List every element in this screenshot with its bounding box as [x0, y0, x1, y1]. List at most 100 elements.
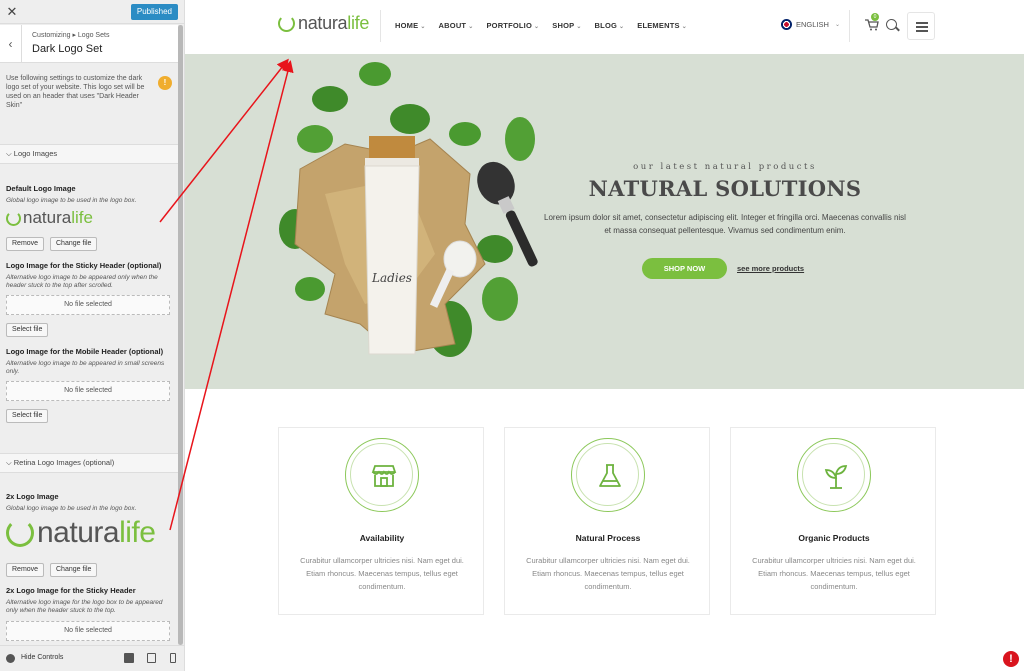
nav-item-shop[interactable]: SHOP ⌄: [552, 21, 581, 30]
retina-logo-preview: naturalife: [6, 516, 156, 550]
feature-title: Availability: [359, 533, 405, 543]
chevron-down-icon: ⌄: [420, 24, 426, 30]
back-chevron-icon[interactable]: ‹: [0, 25, 22, 63]
leaf-logo-icon: [6, 519, 34, 547]
remove-default-logo-button[interactable]: Remove: [6, 237, 45, 251]
logo-text-part1: natura: [298, 13, 348, 33]
feature-title: Organic Products: [798, 533, 870, 543]
hero-product-image: Ladies: [279, 62, 538, 357]
see-more-products-link[interactable]: see more products: [737, 264, 804, 273]
hero-kicker: our latest natural products: [633, 162, 817, 172]
cart-count-badge: 0: [871, 13, 879, 21]
retina-logo-help: Global logo image to be used in the logo…: [6, 505, 137, 512]
remove-retina-logo-button[interactable]: Remove: [6, 563, 45, 577]
hide-controls-icon[interactable]: [6, 654, 15, 663]
cart-icon[interactable]: [865, 19, 879, 31]
chevron-down-icon: ⌄: [834, 22, 840, 28]
nav-item-about[interactable]: ABOUT ⌄: [439, 21, 474, 30]
retina-sticky-label: 2x Logo Image for the Sticky Header: [6, 586, 136, 595]
mobile-logo-label: Logo Image for the Mobile Header (option…: [6, 347, 164, 356]
section-logo-images[interactable]: ⌵ Logo Images: [0, 144, 178, 164]
customizer-footer: Hide Controls: [0, 645, 184, 671]
panel-description: Use following settings to customize the …: [6, 75, 145, 109]
retina-sticky-dropzone[interactable]: No file selected: [6, 621, 170, 641]
sticky-logo-help: Alternative logo image to be appeared on…: [6, 274, 158, 289]
nav-label: ELEMENTS: [637, 21, 680, 30]
mobile-logo-dropzone[interactable]: No file selected: [6, 381, 170, 401]
logo-text-part2: life: [71, 208, 93, 227]
logo-text-part1: natura: [23, 208, 72, 227]
site-logo[interactable]: naturalife: [278, 13, 369, 34]
chevron-down-icon: ⌄: [681, 24, 687, 30]
nav-label: HOME: [395, 21, 419, 30]
default-logo-preview: naturalife: [6, 208, 93, 228]
nav-item-home[interactable]: HOME ⌄: [395, 21, 426, 30]
main-nav: HOME ⌄ ABOUT ⌄ PORTFOLIO ⌄ SHOP ⌄ BLOG ⌄ ELEM…: [395, 21, 687, 30]
scrollbar-thumb[interactable]: [178, 25, 183, 645]
hamburger-menu-icon[interactable]: [907, 12, 935, 40]
tablet-preview-icon[interactable]: [147, 653, 156, 663]
chevron-down-icon: ⌄: [534, 24, 540, 30]
feature-title: Natural Process: [575, 533, 641, 543]
nav-item-blog[interactable]: BLOG ⌄: [595, 21, 625, 30]
customizer-panel: ✕ Published ‹ Customizing ▸ Logo Sets Da…: [0, 0, 185, 671]
site-preview: naturalife HOME ⌄ ABOUT ⌄ PORTFOLIO ⌄ SHOP ⌄…: [185, 0, 1024, 671]
sticky-logo-dropzone[interactable]: No file selected: [6, 295, 170, 315]
leaf-logo-icon: [6, 210, 21, 226]
feature-text: Curabitur ullamcorper ultricies nisi. Na…: [526, 556, 690, 591]
section-retina-logo-images[interactable]: ⌵ Retina Logo Images (optional): [0, 453, 178, 473]
feature-card-organic-products: Organic Products Curabitur ullamcorper u…: [730, 427, 936, 615]
flask-icon: [599, 464, 621, 487]
nav-label: ABOUT: [438, 21, 467, 30]
select-mobile-logo-button[interactable]: Select file: [6, 409, 49, 423]
mobile-logo-help: Alternative logo image to be appeared in…: [6, 360, 165, 375]
nav-label: PORTFOLIO: [486, 21, 533, 30]
hero-section: Ladies our latest natural products NATUR…: [185, 54, 1024, 389]
panel-title: Dark Logo Set: [32, 43, 103, 55]
logo-text-part2: life: [119, 516, 156, 549]
nav-label: SHOP: [552, 21, 575, 30]
language-label: ENGLISH: [796, 20, 829, 29]
language-switcher[interactable]: ENGLISH ⌄: [781, 19, 840, 30]
feature-text: Curabitur ullamcorper ultricies nisi. Na…: [752, 556, 916, 591]
panel-header: ‹ Customizing ▸ Logo Sets Dark Logo Set: [0, 25, 178, 63]
hide-controls-button[interactable]: Hide Controls: [21, 654, 63, 661]
hero-title: NATURAL SOLUTIONS: [588, 176, 862, 201]
hero-text: Lorem ipsum dolor sit amet, consectetur …: [544, 213, 906, 235]
nav-item-elements[interactable]: ELEMENTS ⌄: [637, 21, 687, 30]
mobile-preview-icon[interactable]: [170, 653, 176, 663]
default-logo-label: Default Logo Image: [6, 184, 76, 193]
chevron-down-icon: ⌄: [619, 24, 625, 30]
nav-divider: [380, 10, 381, 42]
header-divider: [849, 10, 850, 42]
search-icon[interactable]: [886, 19, 897, 30]
publish-button[interactable]: Published: [130, 4, 178, 20]
change-retina-logo-button[interactable]: Change file: [50, 563, 98, 577]
sprout-icon: [824, 465, 848, 489]
alert-icon[interactable]: !: [1003, 651, 1019, 667]
store-icon: [371, 465, 397, 487]
feature-icon-circle: [345, 438, 419, 512]
close-icon[interactable]: ✕: [0, 0, 24, 24]
site-header: naturalife HOME ⌄ ABOUT ⌄ PORTFOLIO ⌄ SHOP ⌄…: [185, 0, 1024, 54]
chevron-down-icon: ⌄: [468, 24, 474, 30]
nav-item-portfolio[interactable]: PORTFOLIO ⌄: [486, 21, 539, 30]
logo-text-part1: natura: [37, 516, 120, 549]
desktop-preview-icon[interactable]: [124, 653, 134, 663]
sticky-logo-label: Logo Image for the Sticky Header (option…: [6, 261, 162, 270]
change-default-logo-button[interactable]: Change file: [50, 237, 98, 251]
info-icon[interactable]: !: [158, 76, 172, 90]
tube-label-text: Ladies: [371, 271, 412, 285]
panel-scrollbar[interactable]: [178, 25, 183, 645]
feature-card-natural-process: Natural Process Curabitur ullamcorper ul…: [504, 427, 710, 615]
feature-icon-circle: [571, 438, 645, 512]
shop-now-button[interactable]: SHOP NOW: [642, 258, 727, 279]
nav-label: BLOG: [594, 21, 618, 30]
breadcrumb: Customizing ▸ Logo Sets: [32, 32, 110, 39]
feature-text: Curabitur ullamcorper ultricies nisi. Na…: [300, 556, 464, 591]
feature-card-availability: Availability Curabitur ullamcorper ultri…: [278, 427, 484, 615]
logo-text-part2: life: [347, 13, 370, 33]
chevron-down-icon: ⌄: [576, 24, 582, 30]
retina-sticky-help: Alternative logo image for the logo box …: [6, 599, 163, 614]
select-sticky-logo-button[interactable]: Select file: [6, 323, 49, 337]
